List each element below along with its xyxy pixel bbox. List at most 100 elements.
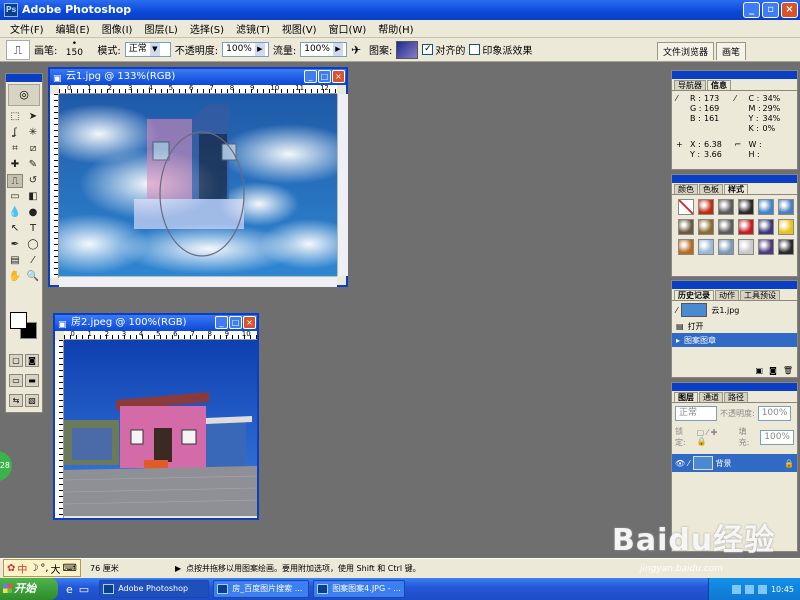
minimize-button[interactable]: _ [215,316,228,329]
history-snapshot[interactable]: ⁄ 云1.jpg [672,301,797,319]
brush-tool-icon[interactable]: ✎ [25,158,41,172]
image-canvas-house[interactable] [64,340,257,516]
trash-icon[interactable]: 🗑 [783,366,793,375]
lasso-tool-icon[interactable]: ʆ [7,126,23,140]
vertical-scrollbar[interactable] [337,94,348,276]
menu-file[interactable]: 文件(F) [4,21,50,36]
style-swatch[interactable] [758,239,774,255]
menu-view[interactable]: 视图(V) [276,21,323,36]
blend-mode-select[interactable]: 正常 [675,406,717,421]
zoom-tool-icon[interactable]: 🔍 [25,270,41,284]
style-swatch[interactable] [678,219,694,235]
tab-styles[interactable]: 样式 [724,184,748,194]
pen-tool-icon[interactable]: ✒ [7,238,23,252]
foreground-color-swatch[interactable] [10,312,27,329]
imageready-icon[interactable]: ▧ [25,394,39,407]
pattern-stamp-preset-icon[interactable]: ⎍ [6,39,30,60]
tab-channels[interactable]: 通道 [699,392,723,402]
style-swatch[interactable] [738,219,754,235]
eye-icon[interactable]: 👁 [675,459,685,468]
type-tool-icon[interactable]: T [25,222,41,236]
style-swatch[interactable] [738,199,754,215]
style-swatch[interactable] [778,219,794,235]
notes-tool-icon[interactable]: ▤ [7,254,23,268]
menu-help[interactable]: 帮助(H) [372,21,419,36]
hand-tool-icon[interactable]: ✋ [7,270,23,284]
shape-tool-icon[interactable]: ◯ [25,238,41,252]
tab-file-browser[interactable]: 文件浏览器 [656,42,714,60]
task-browser[interactable]: 房_百度图片搜索 ... [213,580,310,598]
style-swatch[interactable] [778,239,794,255]
magic-wand-tool-icon[interactable]: ✳ [25,126,41,140]
tray-network-icon[interactable] [731,584,741,594]
toolbox-header[interactable] [6,74,42,82]
pattern-stamp-tool-icon[interactable]: ⎍ [7,174,23,188]
style-swatch[interactable] [718,199,734,215]
style-swatch[interactable] [758,199,774,215]
new-document-icon[interactable]: ▣ [756,366,764,375]
layer-row-background[interactable]: 👁 ⁄ 背景 🔒 [672,454,797,472]
marquee-tool-icon[interactable]: ⬚ [7,110,23,124]
history-item[interactable]: ▸ 图案图章 [672,333,797,347]
path-selection-tool-icon[interactable]: ↖ [7,222,23,236]
move-tool-icon[interactable]: ➤ [25,110,41,124]
airbrush-icon[interactable]: ✈ [351,43,361,57]
adobe-eye-icon[interactable]: ◎ [8,84,40,106]
eraser-tool-icon[interactable]: ▭ [7,190,23,204]
menu-window[interactable]: 窗口(W) [323,21,373,36]
close-button[interactable]: × [332,70,345,83]
tab-actions[interactable]: 动作 [715,290,739,300]
task-image-viewer[interactable]: 图案图案4.JPG - ... [313,580,406,598]
style-swatch[interactable] [738,239,754,255]
style-swatch[interactable] [698,199,714,215]
style-swatch[interactable] [718,239,734,255]
start-button[interactable]: 开始 [0,578,58,600]
tab-history[interactable]: 历史记录 [674,290,714,300]
minimize-button[interactable]: _ [304,70,317,83]
style-swatch[interactable] [678,239,694,255]
floating-badge[interactable]: 28 [0,451,12,481]
crop-tool-icon[interactable]: ⌗ [7,142,23,156]
aligned-checkbox[interactable]: ✓ 对齐的 [422,42,465,57]
menu-image[interactable]: 图像(I) [96,21,139,36]
brush-picker[interactable]: • 150 [61,39,87,60]
ime-toolbar[interactable]: ✿ 中 ☽ °, 大 ⌨ [3,559,81,577]
mode-select[interactable]: 正常 ▼ [124,42,171,57]
impressionist-checkbox[interactable]: 印象派效果 [469,42,532,57]
screen-mode-full-icon[interactable]: ▬ [25,374,39,387]
history-brush-tool-icon[interactable]: ↺ [25,174,41,188]
opacity-field[interactable]: 100% ▶ [222,42,269,57]
tab-navigator[interactable]: 导航器 [674,80,706,90]
close-button[interactable]: × [243,316,256,329]
style-swatch[interactable] [698,239,714,255]
style-swatch[interactable] [758,219,774,235]
menu-filter[interactable]: 滤镜(T) [230,21,276,36]
pattern-picker[interactable] [396,40,419,59]
dodge-tool-icon[interactable]: ● [25,206,41,220]
task-photoshop[interactable]: Adobe Photoshop [99,580,210,598]
slice-tool-icon[interactable]: ⧄ [25,142,41,156]
quicklaunch-desktop-icon[interactable]: ▭ [79,583,89,596]
snapshot-icon[interactable]: ◙ [769,366,777,375]
standard-mode-icon[interactable]: ▢ [9,354,23,367]
document-titlebar[interactable]: ▣ 云1.jpg @ 133%(RGB) _ □ × [50,69,346,85]
lock-icons[interactable]: ▢ ⁄ ✚ 🔒 [697,428,730,446]
menu-edit[interactable]: 编辑(E) [50,21,96,36]
tab-color[interactable]: 颜色 [674,184,698,194]
history-item[interactable]: ▤ 打开 [672,319,797,333]
jump-to-imageready-icon[interactable]: ⇆ [9,394,23,407]
menu-select[interactable]: 选择(S) [184,21,230,36]
quick-mask-mode-icon[interactable]: ◙ [25,354,39,367]
style-swatch[interactable] [698,219,714,235]
restore-button[interactable]: ▫ [762,2,779,18]
healing-brush-tool-icon[interactable]: ✚ [7,158,23,172]
flow-field[interactable]: 100% ▶ [300,42,347,57]
tray-security-icon[interactable] [757,584,767,594]
maximize-button[interactable]: □ [318,70,331,83]
eyedropper-tool-icon[interactable]: ⁄ [25,254,41,268]
status-arrow-icon[interactable]: ▶ [175,559,181,579]
style-swatch[interactable] [718,219,734,235]
maximize-button[interactable]: □ [229,316,242,329]
style-swatch[interactable] [778,199,794,215]
tab-paths[interactable]: 路径 [724,392,748,402]
